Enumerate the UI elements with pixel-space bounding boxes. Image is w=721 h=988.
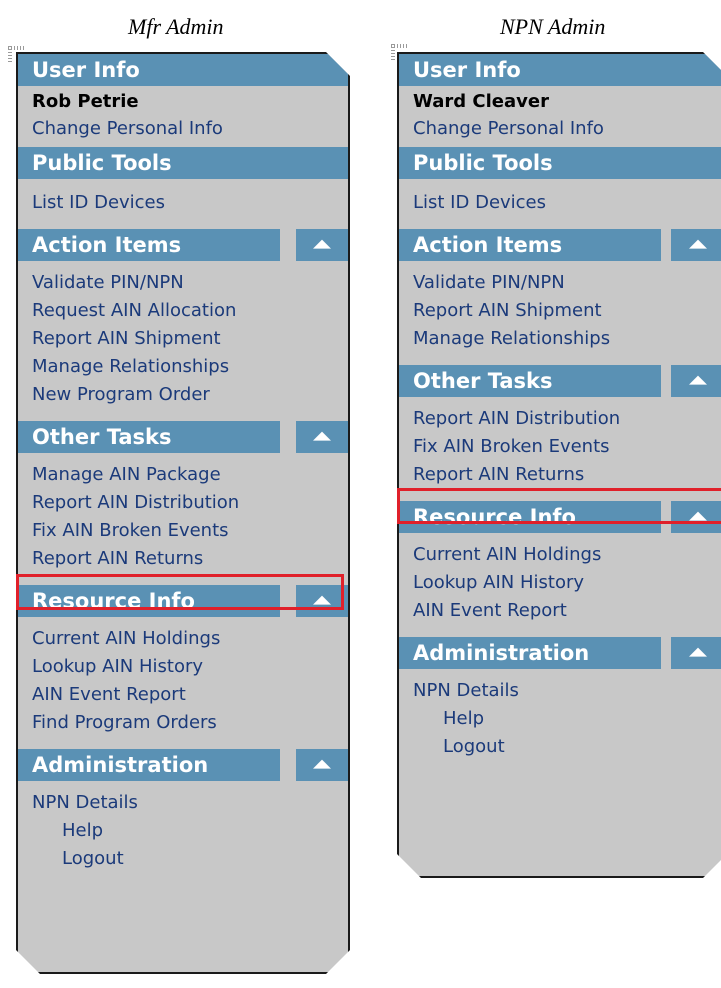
menu-link[interactable]: NPN Details — [32, 789, 348, 817]
decor-dots — [8, 46, 24, 50]
section-title: User Info — [399, 54, 721, 86]
decor-dots — [391, 44, 407, 48]
menu-link[interactable]: Manage Relationships — [413, 325, 721, 353]
collapse-toggle[interactable] — [671, 637, 721, 669]
menu-link[interactable]: Manage Relationships — [32, 353, 348, 381]
npn-admin-sidebar: User Info Ward Cleaver Change Personal I… — [397, 52, 721, 878]
logout-link[interactable]: Logout — [32, 845, 348, 873]
menu-link[interactable]: AIN Event Report — [32, 681, 348, 709]
menu-link[interactable]: Current AIN Holdings — [413, 541, 721, 569]
menu-link[interactable]: Manage AIN Package — [32, 461, 348, 489]
menu-link[interactable]: Lookup AIN History — [32, 653, 348, 681]
npn-admin-caption: NPN Admin — [500, 14, 606, 39]
list-id-devices-link[interactable]: List ID Devices — [32, 189, 348, 217]
other-tasks-section: Other Tasks Manage AIN Package Report AI… — [18, 421, 348, 585]
help-link[interactable]: Help — [413, 705, 721, 733]
section-title: Administration — [18, 749, 280, 781]
menu-link[interactable]: Validate PIN/NPN — [32, 269, 348, 297]
mfr-admin-caption: Mfr Admin — [128, 14, 224, 39]
section-title: Other Tasks — [399, 365, 661, 397]
chevron-up-icon — [313, 432, 331, 441]
user-name: Ward Cleaver — [413, 91, 549, 112]
section-title: Public Tools — [399, 147, 721, 179]
logout-link[interactable]: Logout — [413, 733, 721, 761]
collapse-toggle[interactable] — [296, 421, 348, 453]
public-tools-header: Public Tools — [18, 147, 348, 179]
section-title: Other Tasks — [18, 421, 280, 453]
menu-link[interactable]: AIN Event Report — [413, 597, 721, 625]
chevron-up-icon — [689, 648, 707, 657]
user-info-section: User Info Ward Cleaver Change Personal I… — [399, 54, 721, 147]
change-personal-info-link[interactable]: Change Personal Info — [32, 115, 348, 143]
user-info-header: User Info — [18, 54, 348, 86]
mfr-admin-sidebar: User Info Rob Petrie Change Personal Inf… — [16, 52, 350, 974]
help-link[interactable]: Help — [32, 817, 348, 845]
other-tasks-header: Other Tasks — [18, 421, 348, 453]
menu-link[interactable]: Request AIN Allocation — [32, 297, 348, 325]
user-info-header: User Info — [399, 54, 721, 86]
section-title: Action Items — [18, 229, 280, 261]
action-items-header: Action Items — [399, 229, 721, 261]
highlight-box — [16, 574, 344, 610]
menu-link[interactable]: Report AIN Returns — [413, 461, 721, 489]
user-name: Rob Petrie — [32, 91, 139, 112]
collapse-toggle[interactable] — [296, 749, 348, 781]
collapse-toggle[interactable] — [671, 365, 721, 397]
action-items-header: Action Items — [18, 229, 348, 261]
section-title: Action Items — [399, 229, 661, 261]
administration-section: Administration NPN Details Help Logout — [18, 749, 348, 885]
other-tasks-header: Other Tasks — [399, 365, 721, 397]
menu-link[interactable]: Current AIN Holdings — [32, 625, 348, 653]
list-id-devices-link[interactable]: List ID Devices — [413, 189, 721, 217]
highlight-box — [397, 488, 721, 524]
administration-header: Administration — [18, 749, 348, 781]
change-personal-info-link[interactable]: Change Personal Info — [413, 115, 721, 143]
public-tools-section: Public Tools List ID Devices — [18, 147, 348, 229]
public-tools-header: Public Tools — [399, 147, 721, 179]
menu-link[interactable]: Report AIN Returns — [32, 545, 348, 573]
chevron-up-icon — [689, 240, 707, 249]
menu-link[interactable]: New Program Order — [32, 381, 348, 409]
fix-ain-broken-events-link[interactable]: Fix AIN Broken Events — [32, 517, 348, 545]
collapse-toggle[interactable] — [671, 229, 721, 261]
action-items-section: Action Items Validate PIN/NPN Request AI… — [18, 229, 348, 421]
administration-header: Administration — [399, 637, 721, 669]
collapse-toggle[interactable] — [296, 229, 348, 261]
fix-ain-broken-events-link[interactable]: Fix AIN Broken Events — [413, 433, 721, 461]
menu-link[interactable]: Validate PIN/NPN — [413, 269, 721, 297]
menu-link[interactable]: Find Program Orders — [32, 709, 348, 737]
chevron-up-icon — [313, 240, 331, 249]
user-info-section: User Info Rob Petrie Change Personal Inf… — [18, 54, 348, 147]
menu-link[interactable]: Report AIN Shipment — [32, 325, 348, 353]
action-items-section: Action Items Validate PIN/NPN Report AIN… — [399, 229, 721, 365]
administration-section: Administration NPN Details Help Logout — [399, 637, 721, 773]
menu-link[interactable]: Report AIN Shipment — [413, 297, 721, 325]
menu-link[interactable]: NPN Details — [413, 677, 721, 705]
other-tasks-section: Other Tasks Report AIN Distribution Fix … — [399, 365, 721, 501]
chevron-up-icon — [689, 376, 707, 385]
menu-link[interactable]: Report AIN Distribution — [413, 405, 721, 433]
chevron-up-icon — [313, 760, 331, 769]
section-title: Public Tools — [18, 147, 348, 179]
menu-link[interactable]: Report AIN Distribution — [32, 489, 348, 517]
section-title: Administration — [399, 637, 661, 669]
section-title: User Info — [18, 54, 348, 86]
public-tools-section: Public Tools List ID Devices — [399, 147, 721, 229]
menu-link[interactable]: Lookup AIN History — [413, 569, 721, 597]
